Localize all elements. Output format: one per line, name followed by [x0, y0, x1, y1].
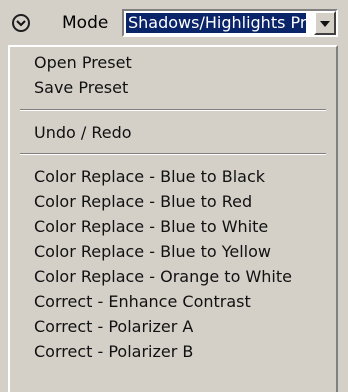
mode-selected-value[interactable]: Shadows/Highlights Pre: [126, 13, 306, 33]
menu-item-undo-redo[interactable]: Undo / Redo: [10, 120, 336, 145]
mode-label: Mode: [62, 13, 109, 33]
mode-dropdown-button[interactable]: [314, 11, 336, 35]
menu-item-save-preset[interactable]: Save Preset: [10, 75, 336, 100]
mode-select[interactable]: Shadows/Highlights Pre: [122, 9, 338, 37]
menu-item-correct-polarizer-b[interactable]: Correct - Polarizer B: [10, 339, 336, 364]
menu-item-color-replace-blue-to-yellow[interactable]: Color Replace - Blue to Yellow: [10, 239, 336, 264]
menu-separator: [20, 109, 326, 111]
menu-item-color-replace-orange-to-white[interactable]: Color Replace - Orange to White: [10, 264, 336, 289]
mode-toolbar: Mode Shadows/Highlights Pre: [0, 0, 348, 46]
menu-item-open-preset[interactable]: Open Preset: [10, 50, 336, 75]
chevron-down-circle-icon[interactable]: [12, 14, 30, 32]
menu-item-color-replace-blue-to-red[interactable]: Color Replace - Blue to Red: [10, 189, 336, 214]
menu-separator: [20, 153, 326, 155]
menu-item-correct-enhance-contrast[interactable]: Correct - Enhance Contrast: [10, 289, 336, 314]
chevron-down-icon: [16, 20, 26, 27]
menu-item-color-replace-blue-to-white[interactable]: Color Replace - Blue to White: [10, 214, 336, 239]
mode-menu-window: Mode Shadows/Highlights Pre Open Preset …: [0, 0, 348, 392]
chevron-down-icon: [320, 21, 330, 27]
menu-item-correct-polarizer-a[interactable]: Correct - Polarizer A: [10, 314, 336, 339]
menu-item-color-replace-blue-to-black[interactable]: Color Replace - Blue to Black: [10, 164, 336, 189]
mode-dropdown-menu[interactable]: Open Preset Save Preset Undo / Redo Colo…: [8, 45, 338, 392]
